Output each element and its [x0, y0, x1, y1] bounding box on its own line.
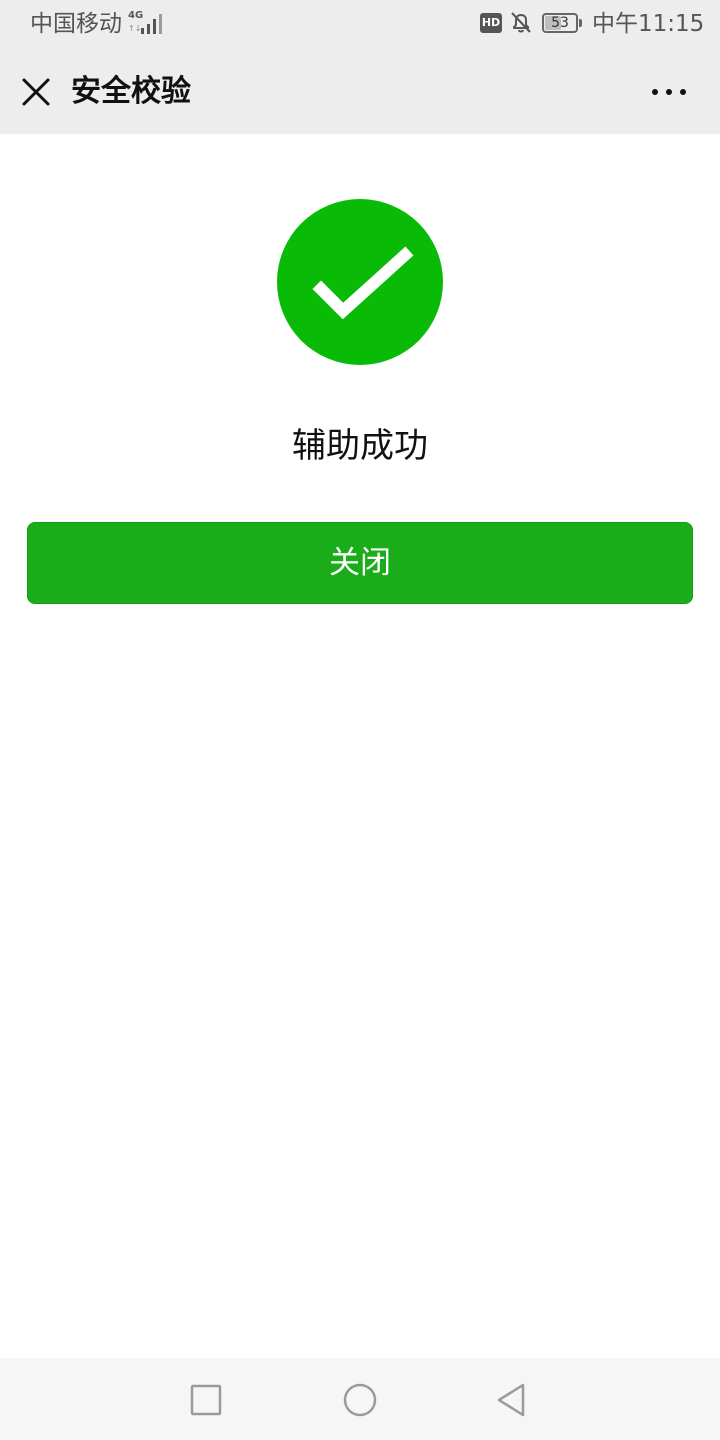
- hd-voice-badge: HD: [480, 13, 502, 33]
- status-bar: 中国移动 4G ↑↓ HD 53 中午11:15: [0, 0, 720, 50]
- page-title: 安全校验: [71, 74, 191, 109]
- circle-icon[interactable]: [340, 1380, 380, 1420]
- battery-indicator: 53: [542, 13, 578, 33]
- square-icon[interactable]: [186, 1380, 226, 1420]
- navigation-bar: 安全校验: [0, 50, 720, 134]
- success-check-icon: [277, 199, 443, 365]
- result-title: 辅助成功: [292, 426, 428, 466]
- signal-strength-icon: [141, 14, 162, 34]
- close-button[interactable]: [14, 70, 58, 114]
- notifications-muted-icon: [511, 12, 531, 33]
- carrier-label: 中国移动: [30, 11, 122, 37]
- close-icon: [22, 78, 50, 106]
- close-action-button[interactable]: 关闭: [27, 522, 693, 604]
- system-navigation-bar: [0, 1358, 720, 1440]
- battery-cap: [579, 19, 582, 27]
- app-screen: 中国移动 4G ↑↓ HD 53 中午11:15 安全校验 辅助成功 关闭: [0, 0, 720, 1440]
- triangle-back-icon[interactable]: [492, 1380, 532, 1420]
- more-horizontal-icon: [652, 89, 686, 95]
- battery-level-label: 53: [551, 15, 569, 31]
- more-options-button[interactable]: [644, 72, 694, 112]
- clock-label: 中午11:15: [592, 11, 705, 37]
